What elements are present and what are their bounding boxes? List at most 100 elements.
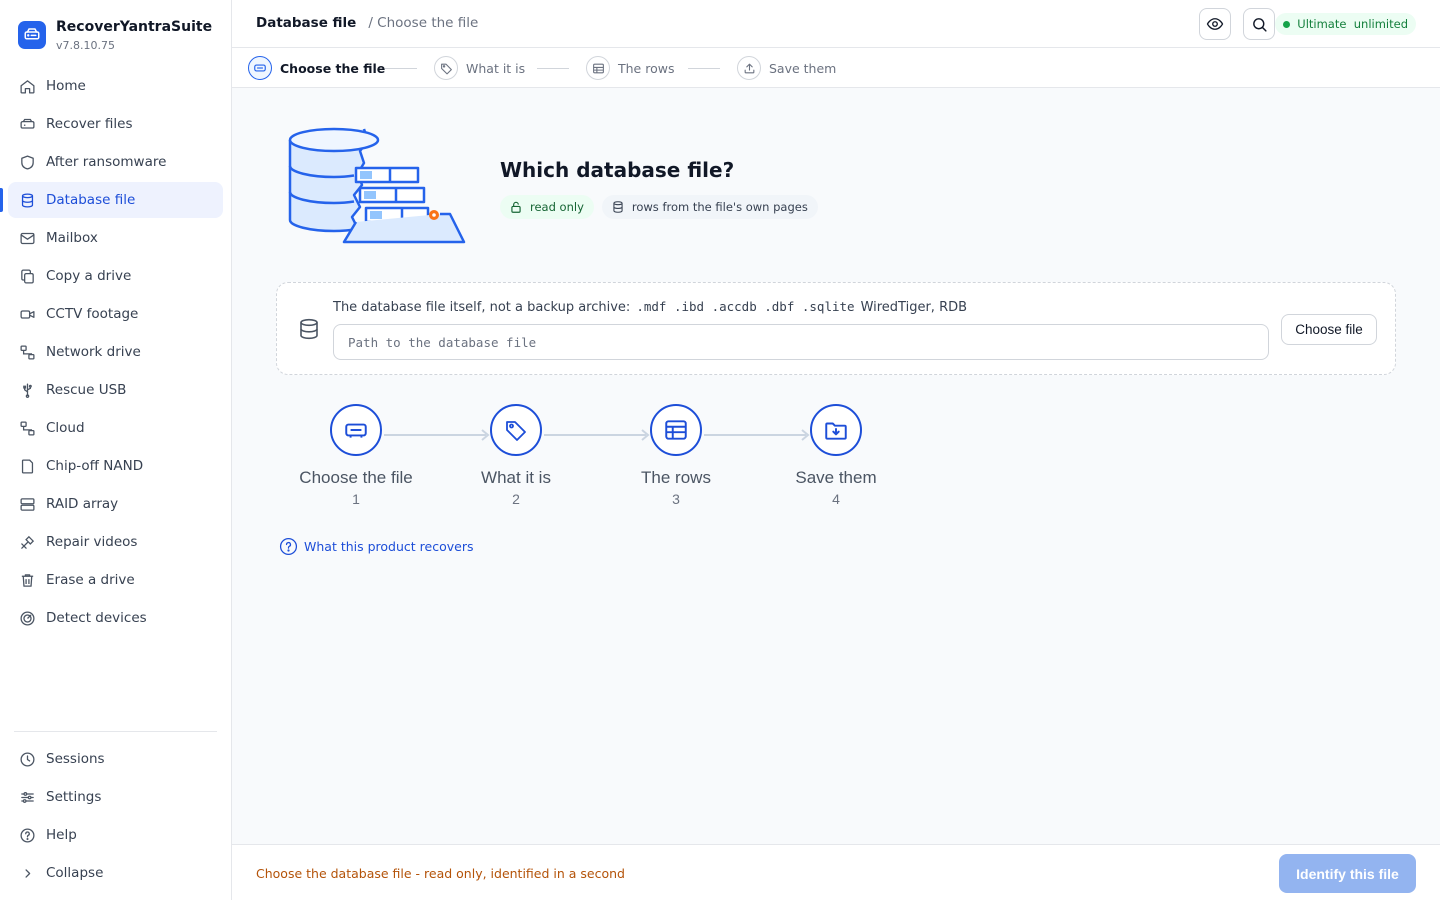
top-bar: Database file / Choose the file Ultimate… <box>232 0 1440 48</box>
sidebar-item-label: Detect devices <box>46 610 147 626</box>
sidebar-item-after-ransomware[interactable]: After ransomware <box>8 144 223 180</box>
app-name: RecoverYantraSuite <box>56 19 213 35</box>
help-icon <box>279 537 298 556</box>
sidebar-item-label: Erase a drive <box>46 572 135 588</box>
sidebar-item-recover-files[interactable]: Recover files <box>8 106 223 142</box>
home-icon <box>18 77 36 95</box>
raid-icon <box>18 495 36 513</box>
sidebar-item-chip-off-nand[interactable]: Chip-off NAND <box>8 448 223 484</box>
drive-icon <box>248 56 272 80</box>
sidebar-item-help[interactable]: Help <box>8 817 223 853</box>
database-icon <box>18 191 36 209</box>
product-recovers-link-label: What this product recovers <box>304 539 474 554</box>
workflow-step-label: Choose the file <box>299 468 413 487</box>
workflow-steps: Choose the file 1 What it is 2 The rows … <box>232 404 932 514</box>
sidebar-item-label: Help <box>46 827 77 843</box>
chevron-right-icon <box>18 864 36 882</box>
database-icon <box>297 317 321 341</box>
shield-icon <box>18 153 36 171</box>
folder-download-icon <box>810 404 862 456</box>
product-recovers-link[interactable]: What this product recovers <box>279 537 473 556</box>
sidebar-item-copy-a-drive[interactable]: Copy a drive <box>8 258 223 294</box>
mail-icon <box>18 229 36 247</box>
sidebar-item-label: Copy a drive <box>46 268 132 284</box>
stepper-connector <box>385 68 417 69</box>
sidebar-item-label: Settings <box>46 789 102 805</box>
sidebar-item-raid-array[interactable]: RAID array <box>8 486 223 522</box>
workflow-step-label: Save them <box>795 468 877 487</box>
workflow-step-what-it-is: What it is 2 <box>436 404 596 507</box>
workflow-step-save-them: Save them 4 <box>756 404 916 507</box>
database-path-input[interactable] <box>333 324 1269 360</box>
radar-icon <box>18 609 36 627</box>
sidebar-item-database-file[interactable]: Database file <box>0 182 223 218</box>
page-title: Which database file? <box>500 158 735 182</box>
sidebar-item-settings[interactable]: Settings <box>8 779 223 815</box>
plan-badge-label: Ultimate unlimited <box>1297 17 1408 31</box>
wrench-icon <box>18 533 36 551</box>
eye-icon <box>1206 18 1224 30</box>
sidebar-item-network-drive[interactable]: Network drive <box>8 334 223 370</box>
sidebar-item-label: Rescue USB <box>46 382 127 398</box>
app-version: v7.8.10.75 <box>56 39 115 52</box>
sidebar-item-detect-devices[interactable]: Detect devices <box>8 600 223 636</box>
workflow-step-number: 2 <box>512 491 520 507</box>
stepper-step-the-rows[interactable]: The rows <box>586 56 674 80</box>
stepper-bar: Choose the file What it is The rows Save… <box>232 48 1440 88</box>
sidebar-item-label: Collapse <box>46 865 104 881</box>
search-button[interactable] <box>1243 8 1275 40</box>
sidebar-item-label: CCTV footage <box>46 306 139 322</box>
help-icon <box>18 826 36 844</box>
stepper-step-what-it-is[interactable]: What it is <box>434 56 525 80</box>
stepper-connector <box>688 68 720 69</box>
sidebar: RecoverYantraSuite v7.8.10.75 Home Recov… <box>0 0 232 900</box>
tag-icon <box>490 404 542 456</box>
sidebar-item-label: Chip-off NAND <box>46 458 144 474</box>
sidebar-item-label: After ransomware <box>46 154 167 170</box>
sidebar-divider <box>14 731 217 732</box>
breadcrumb: Database file / Choose the file <box>256 15 478 31</box>
dropzone-description-text: The database file itself, not a backup a… <box>333 300 631 315</box>
status-dot-icon <box>1283 20 1291 28</box>
rows-source-badge-label: rows from the file's own pages <box>631 200 808 214</box>
sidebar-item-label: Cloud <box>46 420 85 436</box>
workflow-step-label: What it is <box>481 468 551 487</box>
stepper-step-label: What it is <box>466 60 526 76</box>
breadcrumb-current: Database file <box>256 15 357 31</box>
choose-file-button[interactable]: Choose file <box>1281 314 1377 345</box>
supported-extensions: .mdf .ibd .accdb .dbf .sqlite <box>636 299 855 314</box>
main-content: Which database file? read only rows from… <box>232 88 1440 844</box>
read-only-badge: read only <box>500 195 594 219</box>
stepper-connector <box>537 68 569 69</box>
sidebar-item-cctv-footage[interactable]: CCTV footage <box>8 296 223 332</box>
stepper-step-choose-file[interactable]: Choose the file <box>248 56 385 80</box>
sliders-icon <box>18 788 36 806</box>
identify-file-button[interactable]: Identify this file <box>1279 854 1416 893</box>
camera-icon <box>18 305 36 323</box>
sidebar-item-cloud[interactable]: Cloud <box>8 410 223 446</box>
drive-icon <box>330 404 382 456</box>
status-message: Choose the database file - read only, id… <box>256 866 625 881</box>
rows-source-badge: rows from the file's own pages <box>601 195 818 219</box>
read-only-badge-label: read only <box>530 200 584 214</box>
sidebar-nav: Home Recover files After ransomware Data… <box>0 68 223 638</box>
sidebar-item-home[interactable]: Home <box>8 68 223 104</box>
sidebar-item-label: Repair videos <box>46 534 138 550</box>
sidebar-item-erase-a-drive[interactable]: Erase a drive <box>8 562 223 598</box>
sidebar-item-repair-videos[interactable]: Repair videos <box>8 524 223 560</box>
stepper-step-label: Save them <box>769 60 837 76</box>
workflow-step-label: The rows <box>641 468 711 487</box>
sidebar-item-mailbox[interactable]: Mailbox <box>8 220 223 256</box>
stepper-step-label: Choose the file <box>280 60 386 76</box>
sidebar-item-sessions[interactable]: Sessions <box>8 741 223 777</box>
file-dropzone[interactable]: The database file itself, not a backup a… <box>276 282 1396 375</box>
sidebar-item-collapse[interactable]: Collapse <box>8 855 223 891</box>
trash-icon <box>18 571 36 589</box>
copy-icon <box>18 267 36 285</box>
feature-pills: read only rows from the file's own pages <box>500 195 826 219</box>
upload-icon <box>737 56 761 80</box>
preview-button[interactable] <box>1199 8 1231 40</box>
stepper-step-save-them[interactable]: Save them <box>737 56 836 80</box>
sidebar-item-label: Network drive <box>46 344 141 360</box>
sidebar-item-rescue-usb[interactable]: Rescue USB <box>8 372 223 408</box>
